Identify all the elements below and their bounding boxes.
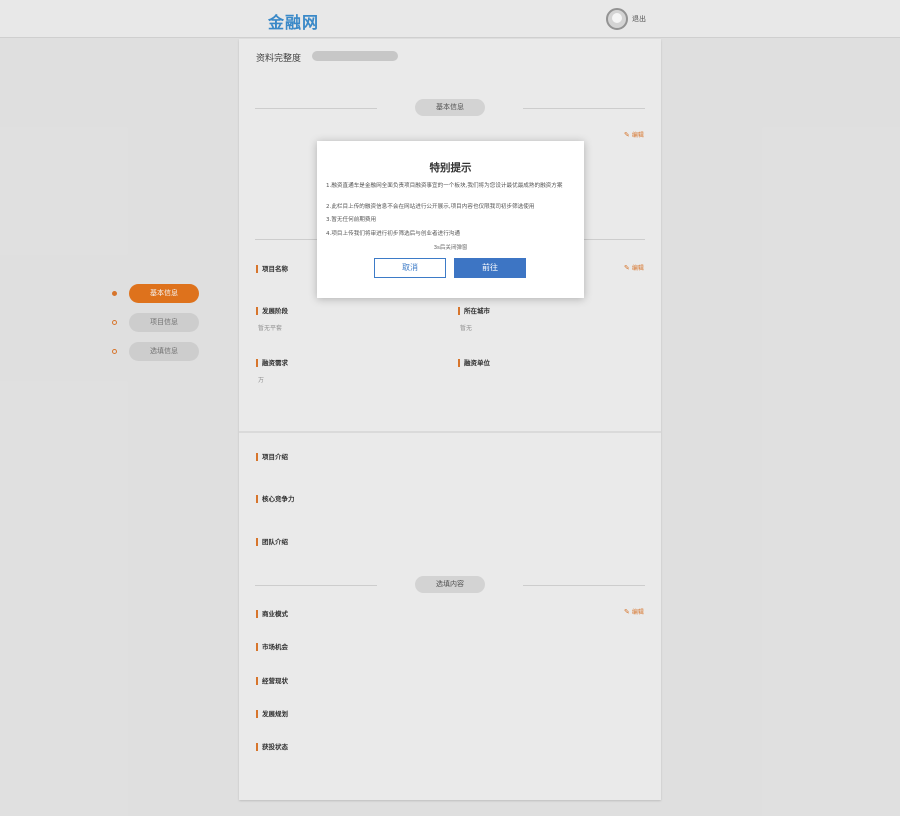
modal-line: 3.暂无任何前期费用 [326,217,377,223]
modal-line: 2.此栏目上传的融资信息不会在网站进行公开展示,项目内容也仅限我司初步筛选使用 [326,204,535,210]
notice-modal: 特别提示 1.融资直通车是金融网全面负责项目融资事宜的一个板块,我们将为您设计最… [317,141,584,298]
confirm-button[interactable]: 前往 [454,258,526,278]
cancel-button[interactable]: 取消 [374,258,446,278]
modal-title: 特别提示 [429,162,472,174]
modal-line: 1.融资直通车是金融网全面负责项目融资事宜的一个板块,我们将为您设计最优最成熟的… [326,183,563,189]
modal-line: 4.项目上传我们将审进行初步筛选后与创业者进行沟通 [326,231,460,237]
modal-overlay [0,0,900,816]
modal-countdown: 3s后关闭弹窗 [433,245,468,251]
